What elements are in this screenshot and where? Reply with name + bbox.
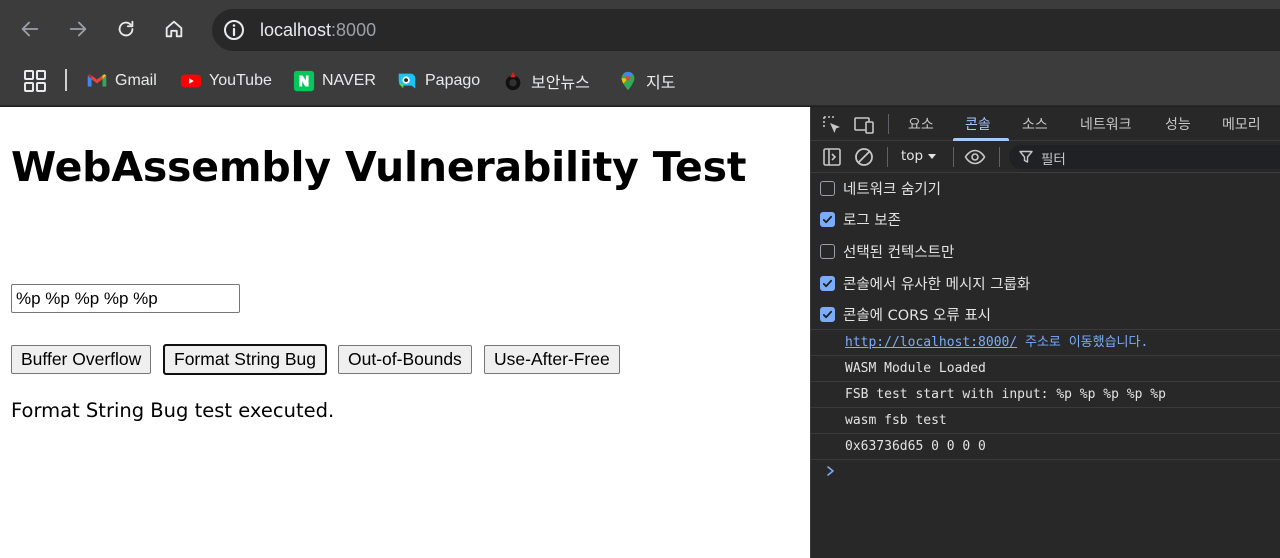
- bookmark-label: 지도: [646, 75, 676, 92]
- filter-input[interactable]: 필터: [1009, 145, 1280, 169]
- console-toolbar-divider: [999, 147, 1000, 167]
- setting-preserve-log[interactable]: 로그 보존: [820, 207, 901, 231]
- setting-label: 콘솔에 CORS 오류 표시: [843, 307, 992, 324]
- home-button[interactable]: [158, 13, 190, 45]
- eye-icon[interactable]: [964, 146, 986, 168]
- console-message-navigation: http://localhost:8000/ 주소로 이동했습니다.: [811, 330, 1280, 356]
- setting-selected-context-only[interactable]: 선택된 컨텍스트만: [820, 239, 954, 263]
- navigation-suffix: 주소로 이동했습니다.: [1017, 335, 1149, 350]
- address-bar[interactable]: localhost:8000: [212, 9, 1280, 51]
- bookmark-naver[interactable]: NAVER: [293, 68, 376, 94]
- console-toolbar-divider: [887, 147, 888, 167]
- format-string-bug-button[interactable]: Format String Bug: [163, 344, 327, 375]
- inspect-element-icon[interactable]: [821, 114, 843, 136]
- bookmark-youtube[interactable]: YouTube: [180, 68, 272, 94]
- browser-toolbar: localhost:8000: [0, 0, 1280, 58]
- out-of-bounds-button[interactable]: Out-of-Bounds: [338, 345, 472, 374]
- forward-button[interactable]: [62, 13, 94, 45]
- youtube-icon: [180, 74, 202, 88]
- check-icon: [822, 310, 833, 318]
- bookmarks-divider: [65, 69, 67, 91]
- bookmark-gmail[interactable]: Gmail: [86, 68, 157, 94]
- home-icon: [165, 20, 183, 38]
- console-message: 0x63736d65 0 0 0 0: [811, 434, 1280, 460]
- bookmark-label: 보안뉴스: [531, 75, 590, 92]
- devtools-panel: 요소 콘솔 소스 네트워크 성능 메모리 top 필터 네트워크 숨기기 로그 …: [810, 107, 1280, 558]
- naver-icon: [293, 70, 315, 92]
- setting-hide-network[interactable]: 네트워크 숨기기: [820, 176, 941, 200]
- maps-icon: [621, 71, 635, 91]
- context-selector[interactable]: top: [901, 148, 937, 164]
- sidebar-toggle-icon[interactable]: [821, 146, 843, 168]
- info-icon[interactable]: [222, 18, 246, 42]
- arrow-right-icon: [69, 21, 87, 37]
- test-input[interactable]: [11, 284, 240, 313]
- bookmark-label: Gmail: [115, 72, 157, 89]
- console-messages: http://localhost:8000/ 주소로 이동했습니다. WASM …: [811, 329, 1280, 460]
- checkbox[interactable]: [820, 243, 835, 259]
- device-toolbar-icon[interactable]: [853, 114, 875, 136]
- page-viewport: WebAssembly Vulnerability Test Buffer Ov…: [0, 107, 810, 558]
- reload-icon: [118, 20, 134, 37]
- bookmark-label: Papago: [425, 72, 481, 89]
- filter-icon: [1019, 150, 1033, 163]
- caret-down-icon: [928, 154, 937, 159]
- papago-icon: [398, 73, 416, 89]
- setting-label: 네트워크 숨기기: [843, 181, 941, 198]
- setting-label: 로그 보존: [843, 212, 901, 229]
- check-icon: [822, 215, 833, 223]
- use-after-free-button[interactable]: Use-After-Free: [484, 345, 620, 374]
- bookmark-boannews[interactable]: 보안뉴스: [502, 68, 590, 94]
- navigation-link[interactable]: http://localhost:8000/: [845, 335, 1017, 350]
- console-toolbar: top 필터: [811, 141, 1280, 173]
- filter-placeholder: 필터: [1041, 152, 1066, 168]
- check-icon: [822, 279, 833, 287]
- checkbox[interactable]: [820, 306, 835, 322]
- bookmark-papago[interactable]: Papago: [396, 68, 480, 94]
- console-toolbar-divider: [953, 147, 954, 167]
- bookmark-maps[interactable]: 지도: [617, 68, 675, 94]
- tab-elements[interactable]: 요소: [908, 114, 934, 134]
- back-button[interactable]: [14, 13, 46, 45]
- checkbox[interactable]: [820, 180, 835, 196]
- bookmark-label: NAVER: [322, 72, 376, 89]
- setting-label: 콘솔에서 유사한 메시지 그룹화: [843, 276, 1031, 293]
- tab-sources[interactable]: 소스: [1022, 114, 1048, 134]
- buffer-overflow-button[interactable]: Buffer Overflow: [11, 345, 152, 374]
- bookmarks-bar: Gmail YouTube NAVER Papago 보안뉴스 지도: [0, 58, 1280, 106]
- url-text: localhost:8000: [260, 20, 377, 40]
- result-text: Format String Bug test executed.: [11, 399, 335, 422]
- page-title: WebAssembly Vulnerability Test: [11, 143, 747, 191]
- gmail-icon: [87, 74, 107, 87]
- apps-grid-icon[interactable]: [24, 70, 46, 92]
- console-message: wasm fsb test: [811, 408, 1280, 434]
- setting-show-cors-errors[interactable]: 콘솔에 CORS 오류 표시: [820, 302, 991, 326]
- console-message: FSB test start with input: %p %p %p %p %…: [811, 382, 1280, 408]
- tabbar-divider: [888, 114, 889, 134]
- setting-group-similar[interactable]: 콘솔에서 유사한 메시지 그룹화: [820, 271, 1030, 295]
- arrow-left-icon: [21, 21, 39, 37]
- console-message: WASM Module Loaded: [811, 356, 1280, 382]
- tab-console[interactable]: 콘솔: [965, 114, 991, 134]
- boannews-icon: [505, 71, 521, 91]
- devtools-tabbar: 요소 콘솔 소스 네트워크 성능 메모리: [811, 107, 1280, 141]
- tab-memory[interactable]: 메모리: [1222, 114, 1261, 134]
- checkbox[interactable]: [820, 211, 835, 227]
- tab-performance[interactable]: 성능: [1165, 114, 1191, 134]
- console-prompt-icon[interactable]: [825, 463, 837, 479]
- checkbox[interactable]: [820, 275, 835, 291]
- clear-console-icon[interactable]: [853, 146, 875, 168]
- tab-network[interactable]: 네트워크: [1080, 114, 1132, 134]
- setting-label: 선택된 컨텍스트만: [843, 244, 955, 261]
- context-value: top: [901, 148, 924, 164]
- reload-button[interactable]: [110, 13, 142, 45]
- bookmark-label: YouTube: [209, 72, 272, 89]
